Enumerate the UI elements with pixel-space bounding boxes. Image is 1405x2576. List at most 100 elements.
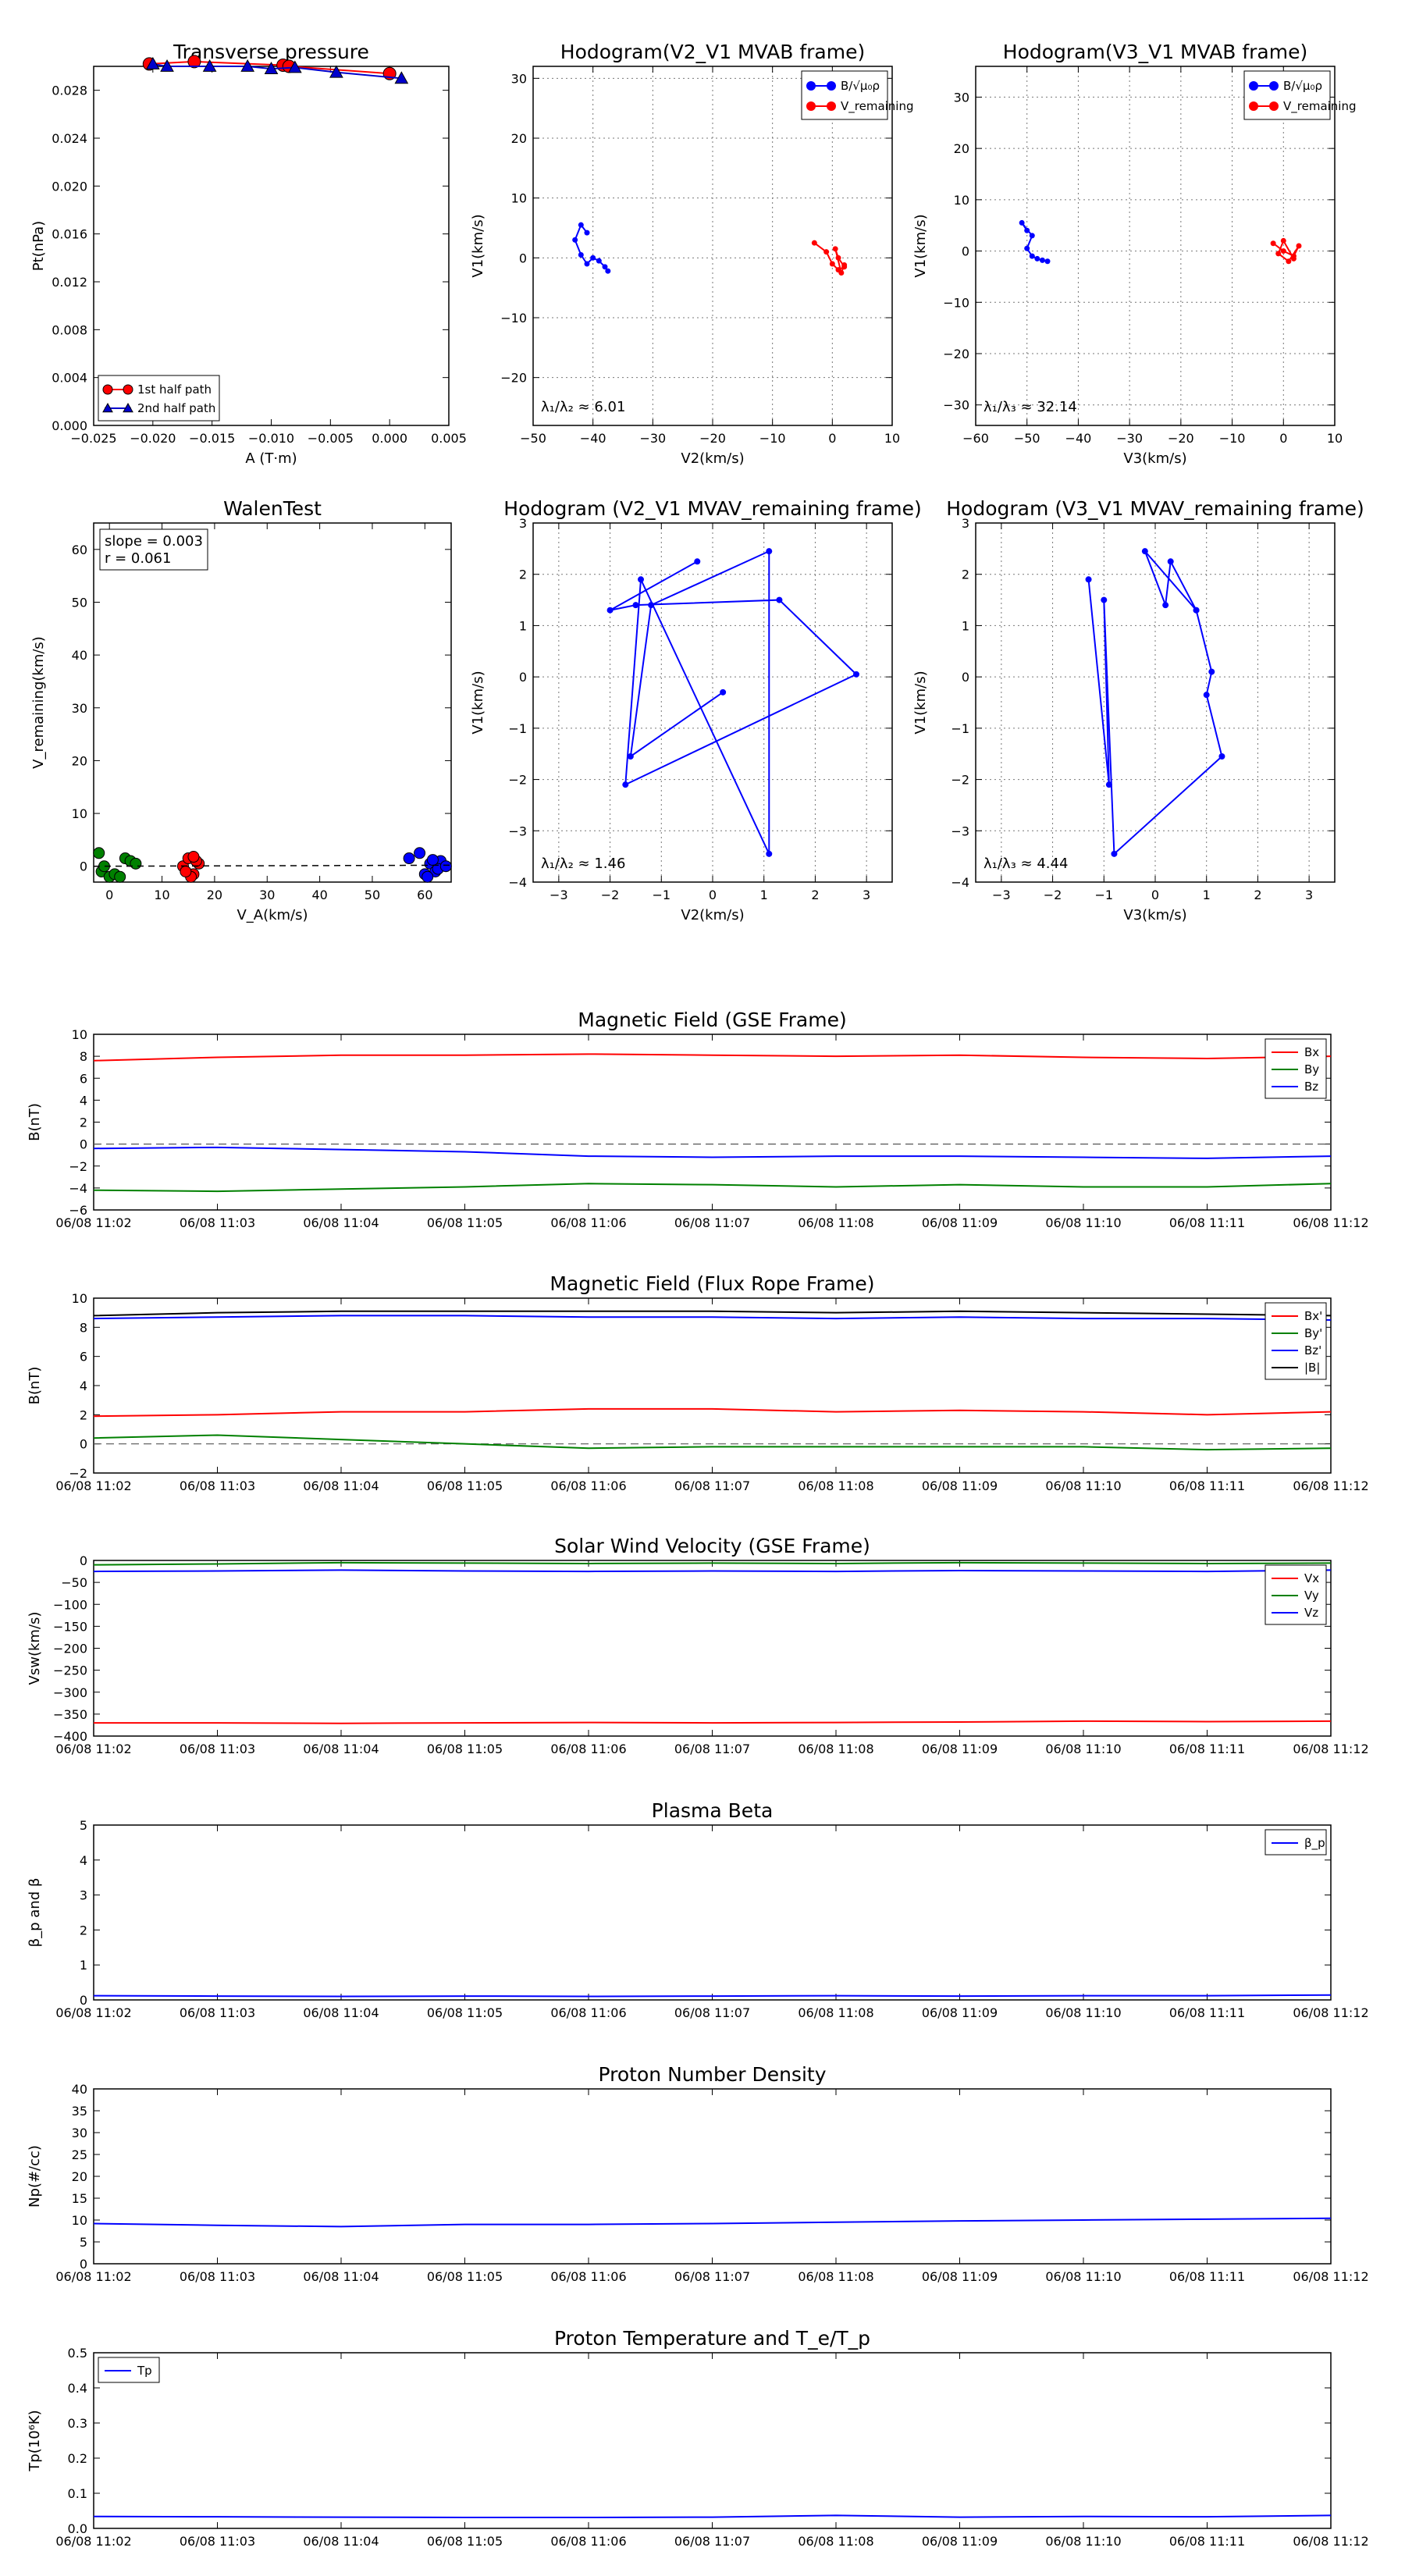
y-axis-label: β_p and β [27, 1878, 43, 1948]
series-bz [93, 1146, 1332, 1159]
x-tick-label: 06/08 11:11 [1169, 1478, 1245, 1493]
series-line [93, 1434, 1332, 1451]
plot-frame [93, 2088, 1332, 2265]
plot-frame [93, 66, 450, 426]
x-tick-label: 30 [259, 888, 275, 902]
y-tick-label: 15 [72, 2191, 87, 2206]
x-tick-label: 06/08 11:03 [180, 1742, 255, 1756]
data-point [1286, 258, 1292, 265]
x-tick-label: 10 [884, 431, 900, 446]
series-v-remaining [811, 240, 848, 276]
series-line [93, 2217, 1332, 2228]
x-tick-label: 06/08 11:11 [1169, 2534, 1245, 2549]
series-1 [177, 851, 205, 883]
x-tick-label: 06/08 11:10 [1045, 1478, 1121, 1493]
stats-line: slope = 0.003 [105, 533, 203, 550]
x-tick-label: 06/08 11:04 [303, 1478, 379, 1493]
x-tick-label: 06/08 11:05 [427, 1215, 503, 1230]
data-point [622, 781, 629, 788]
legend-label-vx: Vx [1304, 1571, 1319, 1585]
data-point [590, 254, 596, 261]
data-point [1270, 240, 1276, 247]
x-tick-label: 0.000 [372, 431, 407, 446]
y-axis-label: B(nT) [27, 1103, 43, 1141]
y-tick-label: 10 [511, 191, 527, 206]
y-tick-label: 2 [80, 1407, 87, 1422]
y-tick-label: 8 [80, 1320, 87, 1335]
x-tick-label: −60 [962, 431, 989, 446]
x-tick-label: −1 [652, 888, 670, 902]
x-tick-label: 06/08 11:02 [55, 1215, 131, 1230]
x-tick-label: 06/08 11:08 [798, 2534, 873, 2549]
y-tick-label: 0 [519, 670, 527, 685]
x-tick-label: 40 [311, 888, 327, 902]
series-vx [94, 1720, 1332, 1724]
y-tick-label: 2 [80, 1115, 87, 1130]
y-tick-label: 4 [80, 1853, 87, 1868]
plot-frame [93, 1824, 1332, 2001]
data-point [1101, 596, 1108, 603]
y-tick-label: 5 [80, 2235, 87, 2250]
data-point [806, 101, 816, 111]
x-tick-label: 06/08 11:05 [427, 2534, 503, 2549]
data-point [835, 254, 841, 261]
legend: 1st half path 2nd half path [98, 375, 220, 422]
legend-label-v-remaining: V_remaining [1283, 99, 1357, 114]
y-tick-label: 30 [72, 2126, 87, 2140]
series-line [93, 1569, 1332, 1573]
legend-label-bz: Bz [1304, 1080, 1318, 1094]
series-line [93, 1310, 1332, 1317]
y-tick-label: 20 [72, 753, 87, 768]
y-tick-label: 0 [962, 244, 969, 259]
x-tick-label: 06/08 11:11 [1169, 2005, 1245, 2020]
data-point [811, 240, 817, 246]
x-tick-label: 06/08 11:04 [303, 2005, 379, 2020]
chart-vsw: 06/08 11:02 06/08 11:03 06/08 11:04 06/08 1… [27, 1535, 1369, 1756]
plot-frame [93, 1560, 1332, 1737]
chart-beta: 06/08 11:02 06/08 11:03 06/08 11:04 06/08 1… [27, 1799, 1369, 2020]
data-point [648, 602, 655, 609]
x-tick-label: −1 [1094, 888, 1113, 902]
y-tick-label: 6 [80, 1350, 87, 1364]
chart-hodo4: −3 −2 −1 0 1 2 3−4−3−2−10123Hodogram (V3_V1 MV… [912, 497, 1364, 923]
stats-box: slope = 0.003r = 0.061 [99, 528, 208, 571]
y-tick-label: −2 [69, 1466, 87, 1481]
data-point [187, 851, 200, 863]
y-tick-label: −1 [951, 721, 969, 736]
series-line [93, 1146, 1332, 1159]
x-tick-label: 06/08 11:09 [922, 2269, 998, 2284]
data-point [1024, 227, 1030, 233]
data-point [596, 258, 602, 264]
y-axis-label: Pt(nPa) [30, 221, 47, 271]
eigenvalue-ratio: λ₁/λ₃ ≈ 4.44 [984, 856, 1068, 872]
legend-label-bx: Bx' [1304, 1309, 1322, 1323]
y-tick-label: −200 [53, 1642, 87, 1656]
data-point [426, 854, 439, 866]
x-tick-label: 50 [365, 888, 380, 902]
y-tick-label: −10 [943, 295, 969, 310]
x-tick-label: −2 [601, 888, 620, 902]
chart-title: Magnetic Field (GSE Frame) [578, 1009, 846, 1031]
data-point [1167, 558, 1174, 565]
data-point [130, 857, 142, 870]
chart-title: Hodogram (V2_V1 MVAV_remaining frame) [503, 497, 922, 520]
x-tick-label: 1 [1203, 888, 1211, 902]
x-tick-label: 06/08 11:03 [180, 2534, 255, 2549]
x-tick-label: 06/08 11:04 [303, 2534, 379, 2549]
x-tick-label: 06/08 11:06 [550, 2269, 626, 2284]
x-tick-label: 0 [828, 431, 836, 446]
chart-np: 06/08 11:02 06/08 11:03 06/08 11:04 06/08 1… [27, 2063, 1369, 2284]
data-point [1019, 219, 1025, 226]
legend-label-b: B/√μ₀ρ [841, 79, 880, 93]
data-point [1085, 576, 1092, 583]
y-tick-label: 40 [72, 2082, 87, 2097]
y-tick-label: 10 [954, 193, 969, 208]
x-tick-label: 06/08 11:12 [1293, 1478, 1368, 1493]
x-tick-label: 06/08 11:07 [674, 2005, 750, 2020]
legend: Vx Vy Vz [1264, 1564, 1327, 1625]
series-line [574, 223, 609, 272]
y-axis-label: Tp(10⁶K) [27, 2410, 43, 2471]
chart-mag_fr: 06/08 11:02 06/08 11:03 06/08 11:04 06/08 1… [27, 1272, 1369, 1493]
x-tick-label: 06/08 11:12 [1293, 1215, 1368, 1230]
y-axis-label: V1(km/s) [912, 671, 929, 734]
